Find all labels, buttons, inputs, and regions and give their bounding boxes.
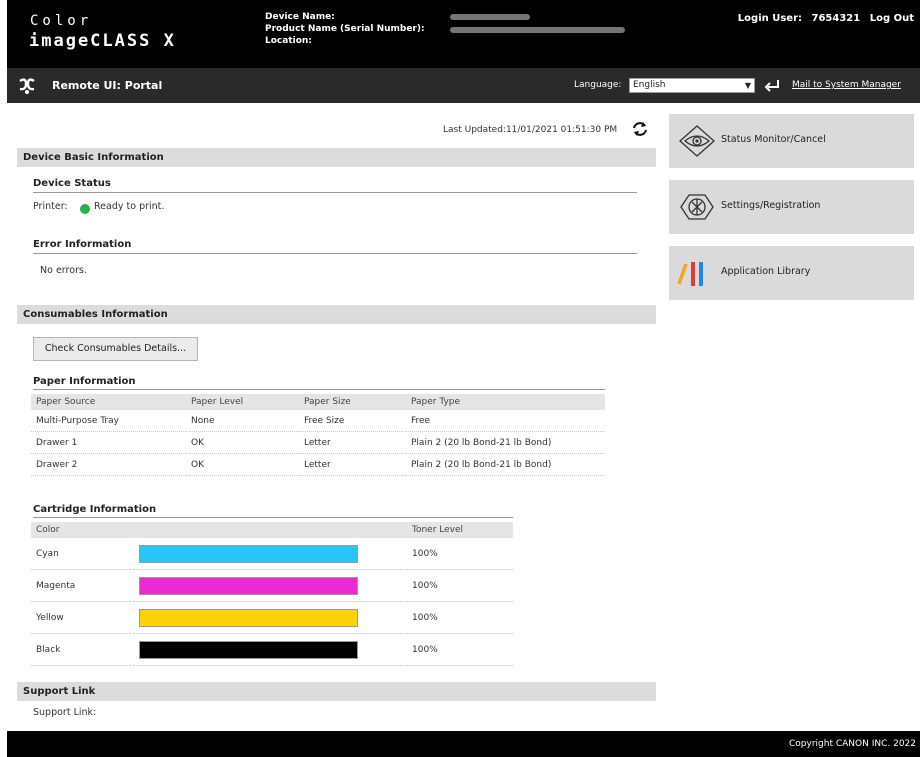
table-header-row: Paper Source Paper Level Paper Size Pape… <box>31 394 605 410</box>
last-updated: Last Updated:11/01/2021 01:51:30 PM <box>443 125 618 135</box>
toner-level: 100% <box>407 569 513 602</box>
device-name-label: Device Name: <box>265 12 335 22</box>
paper-type: Free <box>406 410 605 432</box>
refresh-icon[interactable] <box>631 120 649 138</box>
return-icon[interactable] <box>764 78 780 92</box>
error-info-heading: Error Information <box>33 239 132 250</box>
device-status-heading: Device Status <box>33 178 111 189</box>
paper-type: Plain 2 (20 lb Bond-21 lb Bond) <box>406 431 605 454</box>
application-library-icon <box>677 262 703 286</box>
toner-bar-cell <box>134 633 407 666</box>
portal-title: Remote UI: Portal <box>52 79 163 92</box>
portal-bar: Remote UI: Portal Language: English ▼ Ma… <box>7 68 920 103</box>
toner-bar-cell <box>134 601 407 634</box>
column-header: Paper Source <box>31 394 186 410</box>
application-library-label: Application Library <box>721 266 811 277</box>
location-label: Location: <box>265 36 312 46</box>
product-name-redacted <box>450 27 625 33</box>
chevron-down-icon: ▼ <box>744 81 751 90</box>
footer: Copyright CANON INC. 2022 <box>7 731 920 757</box>
language-value: English <box>633 80 666 90</box>
device-name-redacted <box>450 14 530 20</box>
language-select[interactable]: English ▼ <box>629 78 755 93</box>
logout-link[interactable]: Log Out <box>870 13 914 24</box>
printer-status: Ready to print. <box>94 201 165 212</box>
paper-source: Drawer 1 <box>31 431 186 454</box>
eye-monitor-icon <box>679 125 715 157</box>
toner-level-bar <box>139 576 358 595</box>
paper-type: Plain 2 (20 lb Bond-21 lb Bond) <box>406 453 605 476</box>
toner-level-bar <box>139 640 358 659</box>
cartridge-table: Color Toner Level Cyan 100% Magenta 100%… <box>31 522 513 666</box>
toner-level: 100% <box>407 538 513 570</box>
toner-level: 100% <box>407 633 513 666</box>
toner-bar-cell <box>134 538 407 570</box>
status-monitor-label: Status Monitor/Cancel <box>721 134 826 145</box>
settings-registration-button[interactable]: Settings/Registration <box>669 180 914 234</box>
support-link-header: Support Link <box>17 682 656 701</box>
divider <box>33 192 637 193</box>
toner-level-bar <box>139 608 358 627</box>
copyright: Copyright CANON INC. 2022 <box>789 739 916 749</box>
paper-level: OK <box>186 431 299 454</box>
divider <box>33 517 513 518</box>
table-row: Drawer 1 OK Letter Plain 2 (20 lb Bond-2… <box>31 431 605 454</box>
brand-line1: Color <box>30 13 93 29</box>
support-link-label: Support Link: <box>33 707 97 718</box>
brand-line2: imageCLASS X <box>29 31 176 51</box>
divider <box>33 389 605 390</box>
toner-level-bar <box>139 544 358 563</box>
paper-size: Letter <box>299 453 406 476</box>
cartridge-name: Yellow <box>31 601 134 634</box>
printer-label: Printer: <box>33 201 68 212</box>
language-label: Language: <box>574 80 622 90</box>
toner-bar-cell <box>134 569 407 602</box>
top-header: Color imageCLASS X Device Name: Product … <box>7 0 920 68</box>
toner-level: 100% <box>407 601 513 634</box>
settings-icon <box>680 194 714 220</box>
paper-size: Free Size <box>299 410 406 432</box>
table-row: Cyan 100% <box>31 538 513 570</box>
table-row: Yellow 100% <box>31 601 513 634</box>
table-row: Multi-Purpose Tray None Free Size Free <box>31 410 605 432</box>
status-ok-icon <box>80 204 90 214</box>
cartridge-info-heading: Cartridge Information <box>33 504 157 515</box>
cartridge-name: Black <box>31 633 134 666</box>
column-header: Color <box>31 522 134 538</box>
cartridge-name: Cyan <box>31 538 134 570</box>
paper-level: OK <box>186 453 299 476</box>
mail-to-system-manager-link[interactable]: Mail to System Manager <box>792 80 901 90</box>
table-row: Drawer 2 OK Letter Plain 2 (20 lb Bond-2… <box>31 453 605 476</box>
column-header: Paper Type <box>406 394 605 410</box>
consumables-info-header: Consumables Information <box>17 305 656 324</box>
column-header: Paper Size <box>299 394 406 410</box>
divider <box>33 253 637 254</box>
login-area: Login User: 7654321 Log Out <box>732 13 914 24</box>
table-header-row: Color Toner Level <box>31 522 513 538</box>
application-library-button[interactable]: Application Library <box>669 246 914 300</box>
paper-level: None <box>186 410 299 432</box>
paper-source: Multi-Purpose Tray <box>31 410 186 432</box>
paper-table: Paper Source Paper Level Paper Size Pape… <box>31 394 605 476</box>
column-header-blank <box>134 522 407 538</box>
device-info: Device Name: Product Name (Serial Number… <box>265 11 425 47</box>
device-basic-info-header: Device Basic Information <box>17 148 656 167</box>
status-monitor-cancel-button[interactable]: Status Monitor/Cancel <box>669 114 914 168</box>
login-user-label: Login User: <box>737 13 803 24</box>
error-text: No errors. <box>40 265 87 276</box>
column-header: Toner Level <box>407 522 513 538</box>
paper-size: Letter <box>299 431 406 454</box>
paper-info-heading: Paper Information <box>33 376 136 387</box>
product-name-label: Product Name (Serial Number): <box>265 24 425 34</box>
cartridge-name: Magenta <box>31 569 134 602</box>
table-row: Magenta 100% <box>31 569 513 602</box>
column-header: Paper Level <box>186 394 299 410</box>
login-user-value: 7654321 <box>811 13 861 24</box>
portal-logo-icon <box>19 78 35 94</box>
settings-label: Settings/Registration <box>721 200 821 211</box>
table-row: Black 100% <box>31 633 513 666</box>
paper-source: Drawer 2 <box>31 453 186 476</box>
check-consumables-button[interactable]: Check Consumables Details... <box>33 337 198 361</box>
